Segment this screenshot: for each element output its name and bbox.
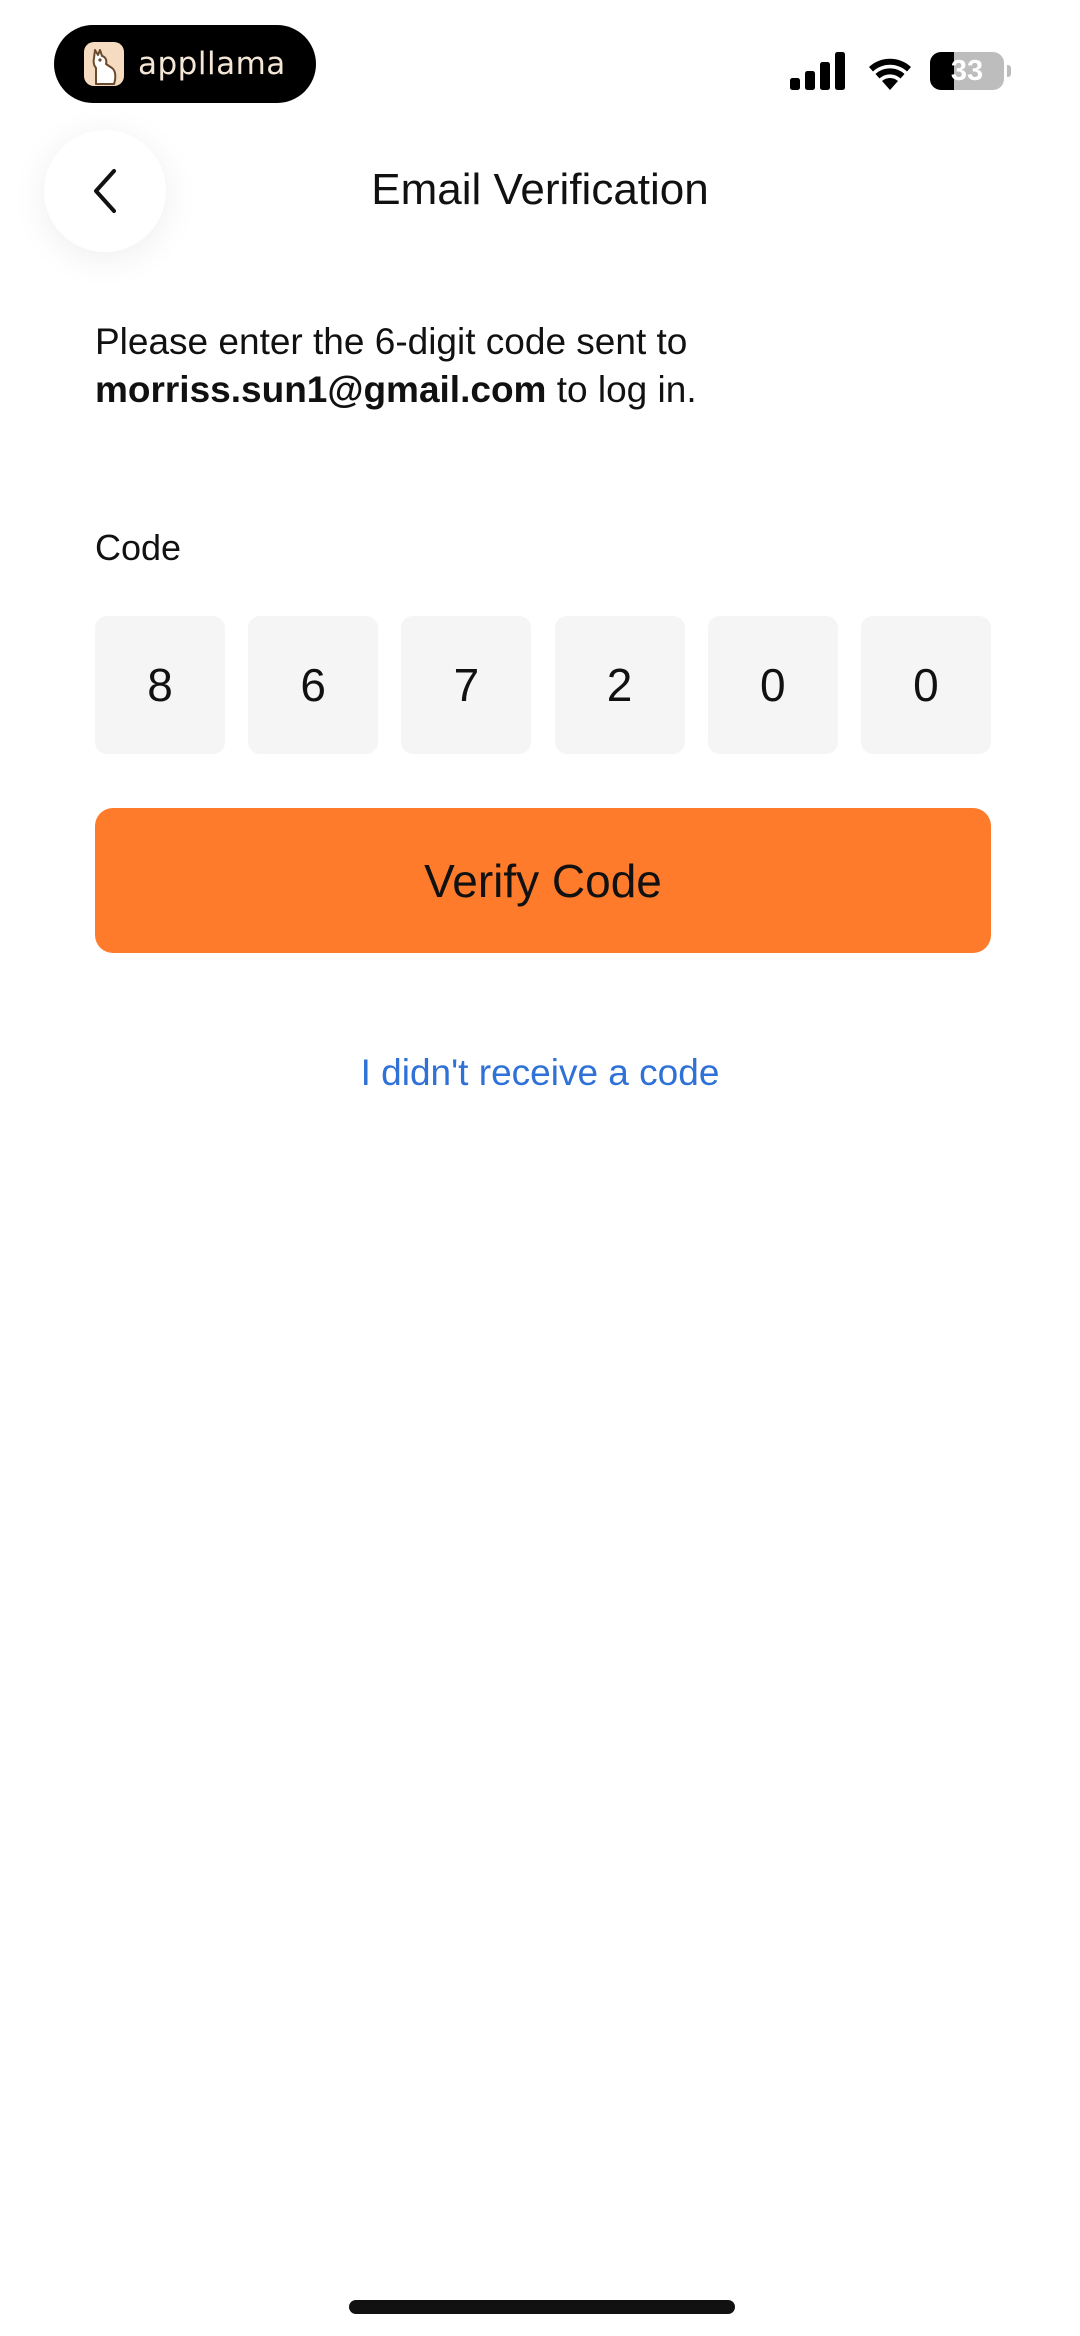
verify-code-button[interactable]: Verify Code (95, 808, 991, 953)
code-digit-5[interactable] (707, 616, 838, 754)
instructions-line: Please enter the 6-digit code sent to (95, 321, 688, 362)
battery-tip (1007, 65, 1011, 77)
battery-level-text: 33 (950, 55, 984, 87)
instructions-text: Please enter the 6-digit code sent to mo… (95, 318, 995, 414)
status-bar: appllama 33 (0, 0, 1080, 140)
app-name: appllama (138, 46, 286, 82)
code-digit-4[interactable] (554, 616, 685, 754)
instructions-suffix: to log in. (546, 369, 697, 410)
llama-logo-icon (84, 42, 124, 86)
code-label: Code (95, 527, 182, 568)
battery-icon: 33 (930, 52, 1011, 90)
home-indicator[interactable] (349, 2300, 735, 2314)
page-title: Email Verification (371, 165, 709, 214)
code-digit-3[interactable] (401, 616, 532, 754)
wifi-icon (866, 52, 914, 90)
cellular-signal-icon (790, 52, 846, 90)
resend-code-link[interactable]: I didn't receive a code (0, 1048, 1080, 1098)
email-address: morriss.sun1@gmail.com (95, 369, 547, 410)
code-digit-6[interactable] (860, 616, 991, 754)
app-indicator-pill[interactable]: appllama (54, 25, 316, 103)
code-digit-1[interactable] (95, 616, 225, 754)
code-input-group (95, 616, 991, 754)
code-digit-2[interactable] (248, 616, 379, 754)
